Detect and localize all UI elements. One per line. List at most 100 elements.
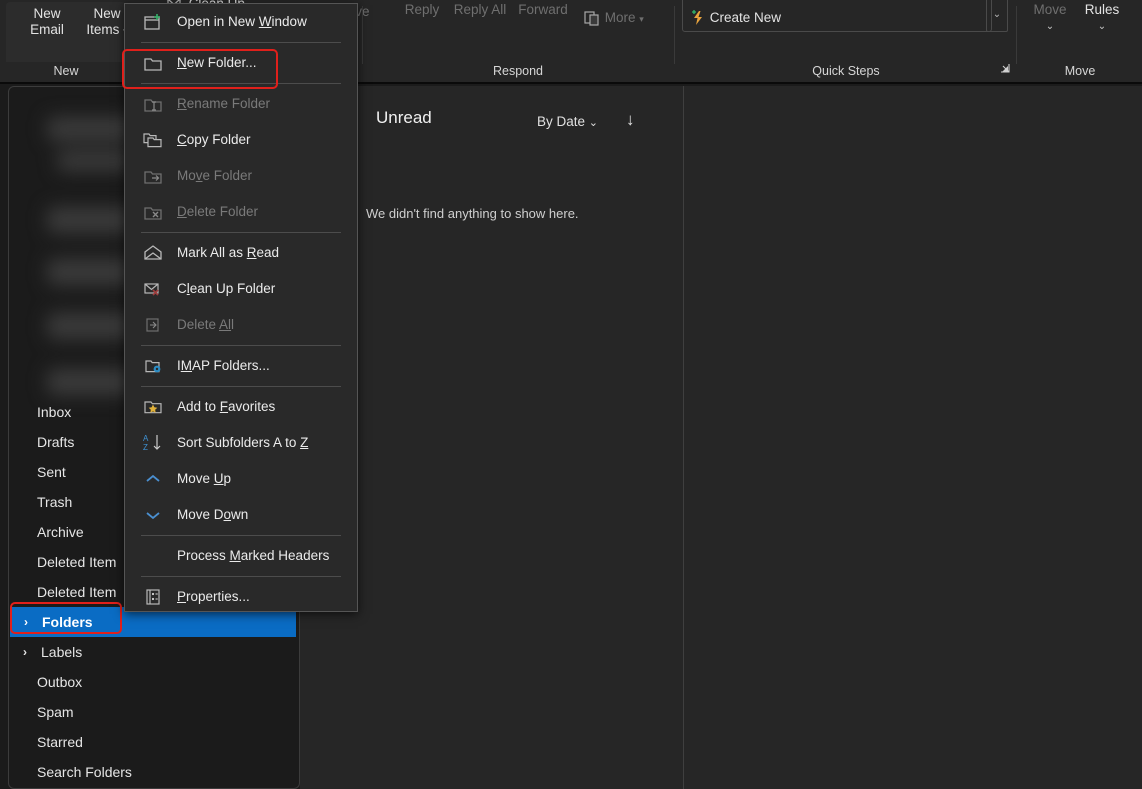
context-menu-separator	[141, 576, 341, 577]
chevron-right-icon[interactable]: ›	[23, 637, 27, 667]
chevron-down-icon	[141, 497, 165, 533]
reply-label: Reply	[404, 2, 440, 17]
context-menu-item-delete-folder[interactable]: Delete Folder	[125, 194, 357, 230]
respond-group-label: Respond	[492, 64, 544, 78]
context-menu-separator	[141, 345, 341, 346]
sidebar-item-label: Starred	[37, 734, 83, 750]
move-group-label: Move	[1064, 64, 1096, 78]
quick-steps-scroll[interactable]: ⌃ ⌄	[986, 0, 1008, 32]
context-menu-item-delete-all[interactable]: Delete All	[125, 307, 357, 343]
ribbon-group-quick-steps: Team Email Create New Reply & Delete	[676, 0, 1016, 82]
sort-by-label: By Date	[537, 114, 586, 129]
context-menu-item-label: Process Marked Headers	[177, 548, 330, 563]
context-menu-separator	[141, 42, 341, 43]
context-menu-item-copy-folder[interactable]: Copy Folder	[125, 122, 357, 158]
context-menu-item-label: Delete All	[177, 317, 235, 332]
context-menu-item-new-folder[interactable]: New Folder...	[125, 45, 357, 81]
context-menu-item-clean-up-folder[interactable]: Clean Up Folder	[125, 271, 357, 307]
ribbon-divider	[1016, 6, 1017, 64]
context-menu-item-label: New Folder...	[177, 55, 257, 70]
move-folder-icon	[141, 158, 165, 194]
properties-icon	[141, 579, 165, 615]
ribbon-group-new: New Email New Items ▾ New	[4, 0, 128, 82]
new-window-icon	[141, 4, 165, 40]
context-menu-item-move-down[interactable]: Move Down	[125, 497, 357, 533]
copy-folder-icon	[141, 122, 165, 158]
move-button[interactable]: Move ⌄	[1024, 2, 1076, 35]
rules-button[interactable]: Rules ⌄	[1076, 2, 1128, 35]
context-menu-item-rename-folder[interactable]: Rename Folder	[125, 86, 357, 122]
sidebar-item-label: Search Folders	[37, 764, 132, 780]
sidebar-item-label: Drafts	[37, 434, 75, 450]
context-menu-item-label: Rename Folder	[177, 96, 271, 111]
context-menu-item-label: Delete Folder	[177, 204, 259, 219]
sidebar-item-spam[interactable]: Spam	[9, 697, 299, 727]
empty-state-message: We didn't find anything to show here.	[366, 206, 579, 221]
sidebar-item-label: Inbox	[37, 404, 72, 420]
ribbon-group-respond: Reply Reply All Forward More ▾ Respond	[362, 0, 674, 82]
scroll-down-expand-icon[interactable]: ⌄	[987, 9, 1007, 20]
tab-unread[interactable]: Unread	[376, 108, 432, 128]
svg-text:Z: Z	[143, 443, 148, 452]
ribbon-divider	[674, 6, 675, 64]
context-menu-item-move-up[interactable]: Move Up	[125, 461, 357, 497]
context-menu-separator	[141, 232, 341, 233]
context-menu-item-mark-all-as-read[interactable]: Mark All as Read	[125, 235, 357, 271]
lightning-icon	[690, 10, 710, 26]
context-menu-item-process-marked-headers[interactable]: Process Marked Headers	[125, 538, 357, 574]
context-menu-separator	[141, 386, 341, 387]
delete-folder-icon	[141, 194, 165, 230]
context-menu-item-label: Mark All as Read	[177, 245, 280, 260]
context-menu-item-label: Properties...	[177, 589, 250, 604]
context-menu-item-sort-subfolders[interactable]: A Z Sort Subfolders A to Z	[125, 425, 357, 461]
folder-context-menu: Open in New Window New Folder... Rename …	[124, 3, 358, 612]
sidebar-item-label: Deleted Item	[37, 554, 117, 570]
sidebar-item-label: Deleted Item	[37, 584, 117, 600]
sidebar-item-outbox[interactable]: Outbox	[9, 667, 299, 697]
context-menu-item-add-to-favorites[interactable]: Add to Favorites	[125, 389, 357, 425]
dialog-launcher-icon[interactable]	[998, 63, 1010, 78]
more-button[interactable]: More ▾	[584, 10, 658, 27]
context-menu-item-properties[interactable]: Properties...	[125, 579, 357, 615]
chevron-down-icon: ⌄	[1097, 21, 1107, 32]
sidebar-item-starred[interactable]: Starred	[9, 727, 299, 757]
reading-pane	[683, 86, 1142, 789]
context-menu-item-move-folder[interactable]: Move Folder	[125, 158, 357, 194]
forward-button[interactable]: Forward	[508, 2, 578, 18]
context-menu-item-label: Clean Up Folder	[177, 281, 276, 296]
context-menu-item-label: Move Folder	[177, 168, 253, 183]
context-menu-separator	[141, 83, 341, 84]
arrow-down-icon[interactable]: ↓	[626, 110, 635, 130]
chevron-down-icon: ⌄	[588, 117, 599, 129]
svg-text:A: A	[143, 434, 149, 443]
sort-by-dropdown[interactable]: By Date ⌄	[537, 114, 598, 129]
rename-folder-icon	[141, 86, 165, 122]
sidebar-item-label: Archive	[37, 524, 84, 540]
chevron-down-icon: ⌄	[1045, 21, 1055, 32]
more-label: More	[604, 10, 636, 25]
context-menu-item-imap-folders[interactable]: IMAP Folders...	[125, 348, 357, 384]
rules-label: Rules	[1084, 2, 1120, 17]
create-new-label: Create New	[709, 10, 782, 25]
more-icon	[584, 10, 605, 26]
new-email-button[interactable]: New Email	[18, 6, 76, 38]
sidebar-item-label: Sent	[37, 464, 66, 480]
quick-steps-group-label: Quick Steps	[812, 64, 880, 78]
onenote-button[interactable]: O	[1128, 2, 1142, 18]
context-menu-item-open-in-new-window[interactable]: Open in New Window	[125, 4, 357, 40]
sidebar-item-labels[interactable]: › Labels	[9, 637, 299, 667]
context-menu-item-label: Open in New Window	[177, 14, 307, 29]
outlook-window: New Email New Items ▾ New Clean Up	[0, 0, 1142, 789]
chevron-right-icon[interactable]: ›	[24, 607, 28, 637]
mark-read-icon	[141, 235, 165, 271]
sidebar-item-search-folders[interactable]: Search Folders	[9, 757, 299, 787]
reply-all-label: Reply All	[453, 2, 507, 17]
context-menu-item-label: Sort Subfolders A to Z	[177, 435, 309, 450]
new-email-label: New Email	[30, 6, 64, 37]
reply-button[interactable]: Reply	[392, 2, 452, 18]
sidebar-item-label: Folders	[42, 614, 93, 630]
clean-up-folder-icon	[141, 271, 165, 307]
context-menu-item-label: Move Down	[177, 507, 249, 522]
quick-step-create-new[interactable]: Create New	[690, 10, 810, 26]
reply-all-button[interactable]: Reply All	[452, 2, 508, 18]
